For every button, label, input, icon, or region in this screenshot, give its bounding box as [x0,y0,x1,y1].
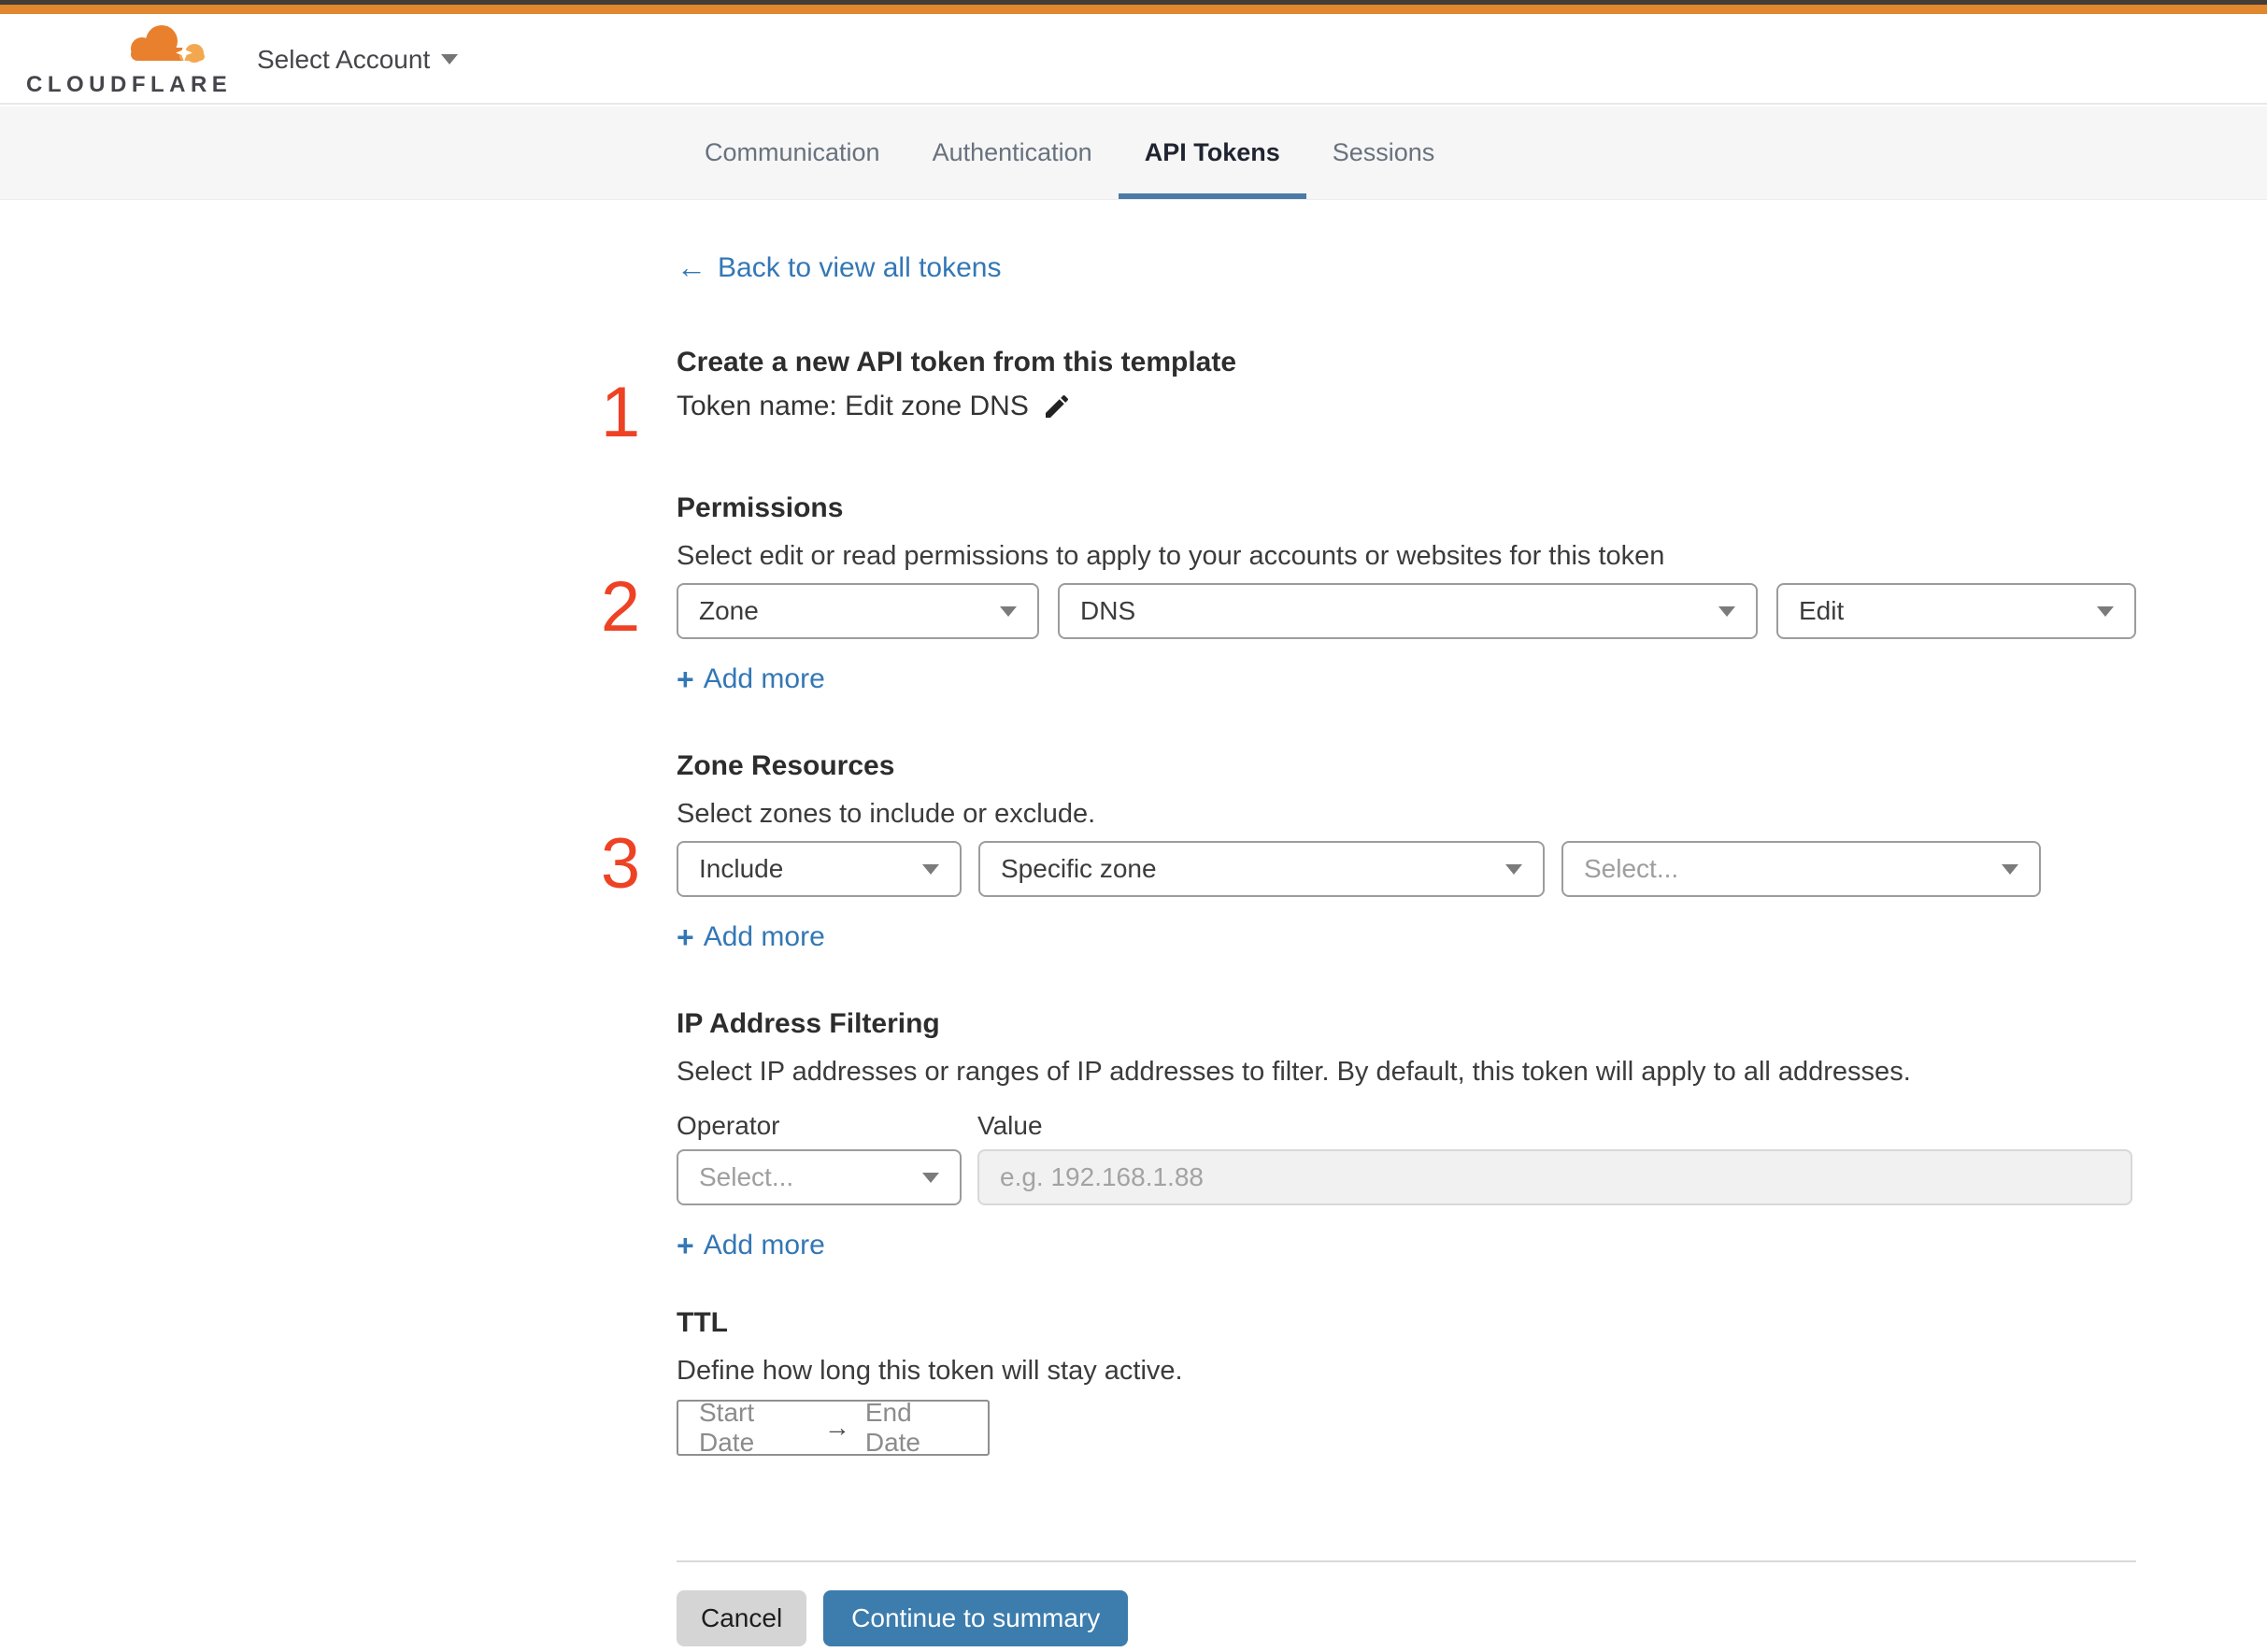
ttl-section: TTL Define how long this token will stay… [677,1304,2136,1457]
value-label: Value [977,1111,1043,1140]
brand-orange-bar [0,5,2267,14]
tabs: Communication Authentication API Tokens … [678,107,1461,199]
end-date-placeholder: End Date [864,1398,921,1457]
cloudflare-cloud-icon [120,23,209,71]
edit-pencil-icon[interactable] [1042,392,1072,421]
add-more-label: Add more [703,921,825,952]
tab-authentication[interactable]: Authentication [906,107,1119,199]
cloudflare-logo-text: CLOUDFLARE [26,72,233,97]
back-to-tokens-link[interactable]: ← Back to view all tokens [677,250,1001,285]
tab-bar: Communication Authentication API Tokens … [0,107,2267,200]
ttl-title: TTL [677,1307,728,1338]
header: CLOUDFLARE Select Account [0,14,2267,105]
chevron-down-icon [441,54,459,64]
ip-value-input [977,1149,2132,1205]
operator-select[interactable]: Select... [677,1149,962,1205]
add-more-label: Add more [703,1230,825,1260]
permissions-section: Permissions Select edit or read permissi… [677,490,2136,695]
permission-resource-select[interactable]: DNS [1058,583,1758,639]
back-link-label: Back to view all tokens [718,251,1002,283]
zone-picker-select[interactable]: Select... [1561,841,2041,897]
chevron-down-icon [922,1172,939,1183]
account-selector[interactable]: Select Account [257,14,459,105]
permissions-title: Permissions [677,492,844,523]
step-number-3: 3 [600,824,641,904]
chevron-down-icon [2097,605,2114,617]
arrow-right-icon: → [823,1413,850,1442]
operator-label: Operator [677,1111,780,1140]
footer-actions: Cancel Continue to summary [677,1590,1129,1646]
zone-resources-section: Zone Resources Select zones to include o… [677,748,2136,953]
plus-icon: + [677,1229,694,1262]
operator-placeholder: Select... [699,1162,794,1191]
permission-scope-value: Zone [699,596,759,625]
chevron-down-icon [1718,605,1735,617]
step-number-1: 1 [600,373,641,452]
tab-api-tokens[interactable]: API Tokens [1118,107,1306,199]
permissions-add-more-link[interactable]: + Add more [677,663,825,695]
token-name-text: Token name: Edit zone DNS [677,391,1029,421]
ttl-date-range-picker[interactable]: Start Date → End Date [677,1398,990,1457]
permission-access-select[interactable]: Edit [1776,583,2136,639]
zone-picker-placeholder: Select... [1584,854,1679,883]
start-date-placeholder: Start Date [699,1398,755,1457]
chevron-down-icon [922,863,939,875]
permission-resource-value: DNS [1080,596,1136,625]
cancel-button[interactable]: Cancel [677,1590,807,1646]
zone-type-value: Specific zone [1001,854,1157,883]
plus-icon: + [677,662,694,696]
plus-icon: + [677,920,694,954]
zone-resources-add-more-link[interactable]: + Add more [677,921,825,953]
token-template-section: Create a new API token from this templat… [677,344,2136,422]
permission-scope-select[interactable]: Zone [677,583,1039,639]
footer-divider [677,1560,2136,1562]
ip-filtering-description: Select IP addresses or ranges of IP addr… [677,1057,1911,1087]
tab-sessions[interactable]: Sessions [1306,107,1461,199]
tab-communication[interactable]: Communication [678,107,906,199]
token-template-title: Create a new API token from this templat… [677,347,1237,377]
back-arrow-icon: ← [677,250,706,284]
add-more-label: Add more [703,663,825,694]
zone-type-select[interactable]: Specific zone [978,841,1545,897]
zone-resources-description: Select zones to include or exclude. [677,799,1096,829]
ttl-description: Define how long this token will stay act… [677,1356,1183,1386]
permission-access-value: Edit [1799,596,1845,625]
cloudflare-logo[interactable]: CLOUDFLARE [26,21,227,100]
ip-filtering-title: IP Address Filtering [677,1008,940,1039]
continue-to-summary-button[interactable]: Continue to summary [823,1590,1129,1646]
chevron-down-icon [2002,863,2018,875]
zone-resources-title: Zone Resources [677,750,895,781]
account-selector-label: Select Account [257,44,431,74]
step-number-2: 2 [600,567,641,647]
ip-filtering-section: IP Address Filtering Select IP addresses… [677,1005,2136,1261]
tab-label: API Tokens [1144,138,1280,166]
zone-mode-select[interactable]: Include [677,841,962,897]
tab-label: Sessions [1332,138,1435,166]
ip-filtering-add-more-link[interactable]: + Add more [677,1230,825,1261]
tab-label: Communication [705,138,880,166]
zone-mode-value: Include [699,854,784,883]
chevron-down-icon [1505,863,1522,875]
permissions-description: Select edit or read permissions to apply… [677,541,1665,571]
tab-label: Authentication [932,138,1092,166]
chevron-down-icon [1000,605,1017,617]
